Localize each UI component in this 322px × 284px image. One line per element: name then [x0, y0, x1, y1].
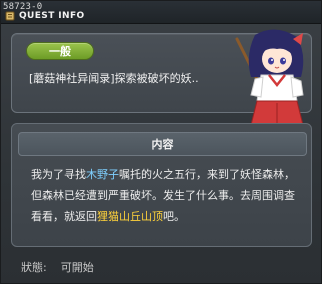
npc-name-link[interactable]: 木野子 — [86, 168, 119, 181]
quest-info-window: 58723-0 QUEST INFO 一般 [蘑菇神社异闻录]探索被破坏的妖.. — [0, 0, 322, 284]
location-link[interactable]: 狸猫山丘山顶 — [97, 210, 163, 223]
quest-detail-panel: 内容 我为了寻找木野子嘱托的火之五行，来到了妖怪森林，但森林已经遭到严重破坏。发… — [11, 123, 312, 247]
quest-title: [蘑菇神社异闻录]探索被破坏的妖.. — [29, 72, 199, 85]
status-label: 狀態: — [21, 261, 47, 274]
quest-description: 我为了寻找木野子嘱托的火之五行，来到了妖怪森林，但森林已经遭到严重破坏。发生了什… — [31, 164, 299, 227]
npc-portrait — [225, 25, 317, 135]
status-value: 可開始 — [60, 261, 94, 274]
title-row: QUEST INFO — [5, 10, 85, 22]
quest-status: 狀態: 可開始 — [21, 259, 94, 275]
window-title: QUEST INFO — [19, 11, 85, 21]
description-text: 吧。 — [163, 210, 185, 223]
quest-type-badge: 一般 — [26, 42, 94, 60]
description-text: 我为了寻找 — [31, 168, 86, 181]
scroll-icon — [5, 11, 15, 21]
title-bar[interactable]: 58723-0 QUEST INFO — [1, 1, 321, 24]
detail-header: 内容 — [18, 132, 307, 156]
